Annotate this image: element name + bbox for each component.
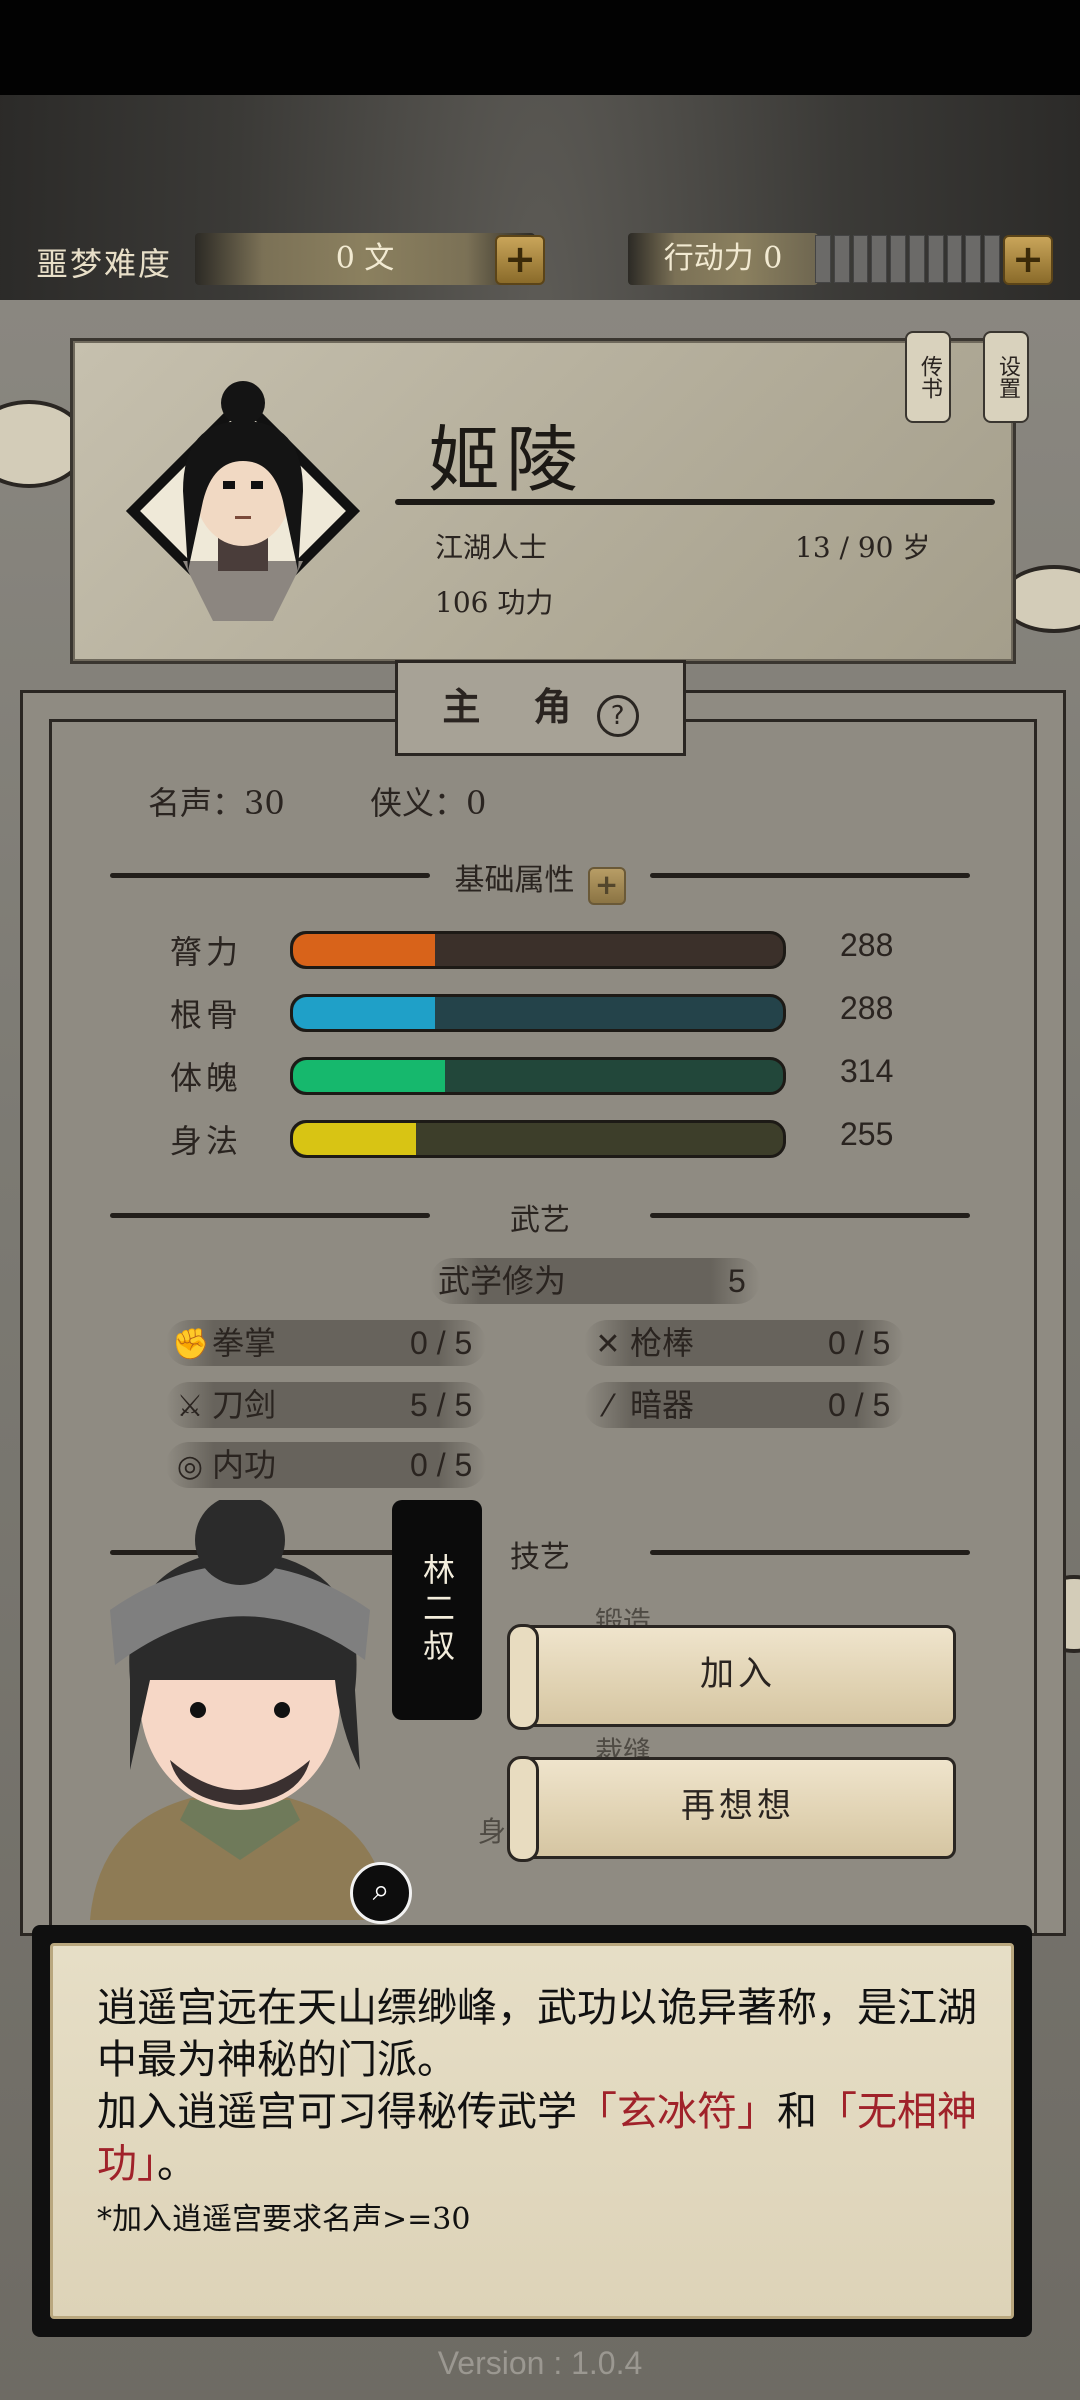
version-label: Version : 1.0.4 — [437, 2345, 643, 2381]
martial-header: 武艺 — [110, 1195, 970, 1238]
attribute-value: 255 — [840, 1116, 894, 1152]
difficulty-label: 噩梦难度 — [36, 245, 173, 283]
skill-item: ⁄ 暗器 0 / 5 — [590, 1382, 910, 1428]
npc-portrait — [90, 1500, 390, 1920]
attribute-row: 身法 255 — [170, 1114, 930, 1160]
name-divider — [395, 499, 995, 505]
cultivation-label: 武学修为 — [438, 1262, 567, 1300]
tab-label: 主 角 — [442, 684, 592, 729]
attribute-bar-fill — [293, 1123, 416, 1155]
attributes-section-label: 基础属性 — [454, 863, 575, 898]
attribute-bar-fill — [293, 1060, 445, 1092]
skill-count: 5 / 5 — [410, 1387, 473, 1423]
reconsider-button-label: 再想想 — [681, 1786, 795, 1826]
skill-item: ⚔ 刀剑 5 / 5 — [172, 1382, 492, 1428]
skill-count: 0 / 5 — [410, 1325, 473, 1361]
scroll-end-decoration — [507, 1756, 539, 1862]
dart-icon: ⁄ — [605, 1389, 611, 1424]
tab-protagonist[interactable]: 主 角 ? — [395, 660, 686, 756]
attribute-value: 288 — [840, 927, 894, 963]
hero-name: 姬陵 — [428, 418, 585, 502]
dialog-period: 。 — [157, 2141, 197, 2187]
dialog-line-1: 逍遥宫远在天山缥缈峰，武功以诡异著称，是江湖中最为神秘的门派。 — [97, 1985, 977, 2083]
attribute-bar-fill — [293, 997, 436, 1029]
join-button[interactable]: 加入 — [507, 1624, 956, 1730]
dialog-box: 逍遥宫远在天山缥缈峰，武功以诡异著称，是江湖中最为神秘的门派。 加入逍遥宫可习得… — [32, 1925, 1032, 2337]
dialog-paper: 逍遥宫远在天山缥缈峰，武功以诡异著称，是江湖中最为神秘的门派。 加入逍遥宫可习得… — [50, 1943, 1014, 2319]
chivalry-value: 侠义：0 — [370, 784, 487, 822]
sword-icon: ⚔ — [176, 1389, 204, 1424]
skill-name: 拳掌 — [212, 1324, 277, 1362]
add-coins-button[interactable]: + — [495, 235, 545, 285]
scroll-end-decoration — [507, 1624, 539, 1730]
attribute-bar — [290, 931, 786, 969]
attribute-bar — [290, 994, 786, 1032]
skill-count: 0 / 5 — [828, 1387, 891, 1423]
attribute-row: 体魄 314 — [170, 1051, 930, 1097]
settings-button[interactable]: 设置 — [983, 331, 1029, 423]
attribute-row: 根骨 288 — [170, 988, 930, 1034]
resource-bar: 噩梦难度 0 文 + 行动力 0 + — [0, 225, 1080, 295]
status-bar-area — [0, 0, 1080, 95]
profile-card: 传书 设置 姬陵 江湖人士 13 / 90 岁 106 功力 — [70, 331, 1029, 664]
skill-name: 暗器 — [630, 1386, 695, 1424]
attribute-row: 膂力 288 — [170, 925, 930, 971]
letter-button[interactable]: 传书 — [905, 331, 951, 423]
add-action-points-button[interactable]: + — [1003, 235, 1053, 285]
skill-item: ✕ 枪棒 0 / 5 — [590, 1320, 910, 1366]
attribute-bar — [290, 1120, 786, 1158]
action-points-display: 行动力 0 — [628, 233, 818, 285]
action-points-meter — [815, 235, 1000, 283]
cultivation-value: 5 — [728, 1263, 746, 1299]
zoom-search-icon[interactable]: ⌕ — [350, 1862, 412, 1924]
dialog-text: 逍遥宫远在天山缥缈峰，武功以诡异著称，是江湖中最为神秘的门派。 加入逍遥宫可习得… — [97, 1982, 997, 2190]
attributes-header: 基础属性 + — [110, 855, 970, 905]
attribute-name: 体魄 — [170, 1059, 243, 1097]
hero-power: 106 功力 — [435, 586, 554, 619]
hero-title: 江湖人士 — [435, 531, 548, 564]
attribute-name: 膂力 — [170, 933, 243, 971]
hero-portrait[interactable] — [123, 381, 363, 621]
highlight-skill-1: 「玄冰符」 — [577, 2089, 777, 2135]
skill-item: ✊拳掌 0 / 5 — [172, 1320, 492, 1366]
fame-value: 名声：30 — [148, 784, 285, 822]
join-requirement-note: *加入逍遥宫要求名声>=30 — [97, 2202, 471, 2237]
dialog-line-2-start: 加入逍遥宫可习得秘传武学 — [97, 2089, 577, 2135]
attribute-bar — [290, 1057, 786, 1095]
fist-icon: ✊ — [172, 1327, 210, 1362]
npc-name-plate: 林二叔 — [392, 1500, 482, 1720]
spear-icon: ✕ — [595, 1327, 621, 1362]
add-attributes-button[interactable]: + — [587, 866, 626, 905]
crafts-section-label: 技艺 — [510, 1540, 570, 1575]
attribute-name: 根骨 — [170, 996, 243, 1034]
inner-power-icon: ◎ — [176, 1449, 204, 1484]
attribute-value: 288 — [840, 990, 894, 1026]
attribute-value: 314 — [840, 1053, 894, 1089]
attribute-name: 身法 — [170, 1122, 243, 1160]
skill-name: 内功 — [212, 1446, 277, 1484]
skill-count: 0 / 5 — [410, 1447, 473, 1483]
reconsider-button[interactable]: 再想想 — [507, 1756, 956, 1862]
skill-name: 枪棒 — [630, 1324, 695, 1362]
coins-display: 0 文 — [195, 233, 535, 285]
dialog-conjunction: 和 — [777, 2089, 817, 2135]
martial-section-label: 武艺 — [510, 1203, 570, 1238]
help-icon[interactable]: ? — [596, 694, 639, 737]
skill-count: 0 / 5 — [828, 1325, 891, 1361]
skill-name: 刀剑 — [212, 1386, 277, 1424]
attribute-bar-fill — [293, 934, 436, 966]
join-button-label: 加入 — [700, 1654, 776, 1694]
skill-item: ◎ 内功 0 / 5 — [172, 1442, 492, 1488]
hero-age: 13 / 90 岁 — [795, 531, 931, 564]
